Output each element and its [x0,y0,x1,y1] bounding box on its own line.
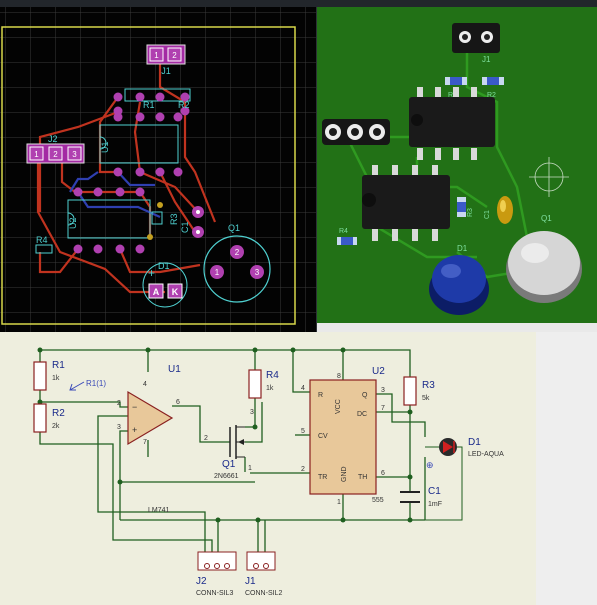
schematic-r2[interactable]: R2 2k [33,403,65,433]
c1-ref: C1 [428,486,441,497]
led-glow-icon: ⊕ [426,460,434,470]
u2-pin-r: R [318,392,323,399]
probe-label: R1(1) [86,379,106,388]
u2-pin-tr: TR [318,474,327,481]
3d-r3-label: R3 [467,208,474,217]
cathode-label: K [172,287,179,297]
pin-number: 7 [381,405,385,412]
3d-canvas[interactable]: J1 R1 R2 R3 C1 R4 D1 Q1 [317,7,597,323]
pad-label: 2 [172,51,177,60]
schematic-q1-mosfet[interactable]: Q1 2N6661 2 3 1 [204,409,254,480]
3d-d1-label: D1 [457,244,468,253]
pcb-canvas[interactable]: 1 2 J1 R1 R2 1 2 3 J2 U1 U2 R3 C1 R4 A K… [0,7,316,332]
u2-pin-vcc: VCC [335,399,342,414]
schematic-j2[interactable]: J2 CONN-SIL3 [196,551,237,597]
u1-ref: U1 [168,364,181,375]
3d-board-view[interactable]: J1 R1 R2 R3 C1 R4 D1 Q1 [317,7,597,323]
right-margin [536,332,597,605]
j1-ref: J1 [245,576,256,587]
pin-number: 4 [301,385,305,392]
d1-ref: D1 [468,437,481,448]
r4-value: 1k [266,385,274,392]
pin-number: 2 [204,435,208,442]
u2-pin-th: TH [358,474,367,481]
r2-label: R2 [178,100,190,110]
r1-value: 1k [52,375,60,382]
pin-number: 3 [117,424,121,431]
pin-number: 7 [143,439,147,446]
pin-number: 1 [337,499,341,506]
r4-label: R4 [36,235,48,245]
3d-j1-label: J1 [482,55,491,64]
pin-number: 5 [301,428,305,435]
u2-value: 555 [372,497,384,504]
schematic-r1[interactable]: R1 1k [33,360,65,391]
pad-label: 1 [154,51,159,60]
j1-value: CONN-SIL2 [245,590,282,597]
plus-label: + [148,266,155,280]
pin-number: 8 [337,373,341,380]
pin-number: 2 [301,466,305,473]
schematic-canvas[interactable]: R1 1k R2 2k R1(1) − + U1 LM741 2 3 4 6 7 [0,332,536,605]
schematic-r4[interactable]: R4 1k [248,369,279,399]
3d-j2[interactable] [322,119,390,145]
j1-label: J1 [161,66,171,76]
pin-number: 4 [143,381,147,388]
q1-value: 2N6661 [214,473,239,480]
j2-value: CONN-SIL3 [196,590,233,597]
pin-number: 6 [381,470,385,477]
schematic-u1-opamp[interactable]: − + U1 LM741 2 3 4 6 7 [117,364,181,514]
pcb-layout-view[interactable]: 1 2 J1 R1 R2 1 2 3 J2 U1 U2 R3 C1 R4 A K… [0,7,316,332]
r3-ref: R3 [422,380,435,391]
r1-ref: R1 [52,360,65,371]
q1-label: Q1 [228,223,240,233]
pad-label: 1 [34,150,39,159]
u2-label: U2 [68,217,78,229]
d1-value: LED-AQUA [468,451,504,458]
schematic-c1[interactable]: C1 1mF [400,486,442,508]
u2-pin-cv: CV [318,433,328,440]
3d-c1-label: C1 [484,210,491,219]
d1-label: D1 [158,261,170,271]
r2-ref: R2 [52,408,65,419]
u2-pin-dc: DC [357,411,367,418]
svg-text:−: − [132,402,137,412]
window-top-strip [0,0,597,7]
schematic-r3[interactable]: R3 5k [403,376,435,406]
u2-pin-gnd: GND [341,466,348,482]
r1-label: R1 [143,100,155,110]
u1-value: LM741 [148,507,170,514]
panel-divider [317,323,597,332]
u2-ref: U2 [372,366,385,377]
schematic-view[interactable]: R1 1k R2 2k R1(1) − + U1 LM741 2 3 4 6 7 [0,332,536,605]
r3-label: R3 [169,213,179,225]
pin-number: 6 [176,399,180,406]
pad-label: 3 [255,268,260,277]
r3-value: 5k [422,395,430,402]
c1-label: C1 [180,221,190,233]
pin-number: 2 [117,400,121,407]
schematic-j1[interactable]: J1 CONN-SIL2 [245,551,282,597]
pad-label: 2 [53,150,58,159]
u1-label: U1 [100,141,110,153]
q1-ref: Q1 [222,459,236,470]
pad-label: 1 [215,268,220,277]
pad-label: 3 [72,150,77,159]
svg-text:+: + [132,425,137,435]
pad-label: 2 [235,248,240,257]
pin-number: 3 [381,387,385,394]
pin-number: 3 [250,409,254,416]
u2-pin-q: Q [362,392,368,399]
j2-label: J2 [48,134,58,144]
pin-number: 1 [248,465,252,472]
r2-value: 2k [52,423,60,430]
3d-r4-label: R4 [339,228,348,235]
voltage-probe[interactable]: R1(1) [69,379,106,391]
c1-value: 1mF [428,501,442,508]
schematic-u2-555[interactable]: R VCC Q DC CV TR GND TH U2 555 4 8 3 7 5… [301,366,385,506]
anode-label: A [153,287,160,297]
j2-ref: J2 [196,576,207,587]
3d-q1-label: Q1 [541,214,552,223]
r4-ref: R4 [266,370,279,381]
